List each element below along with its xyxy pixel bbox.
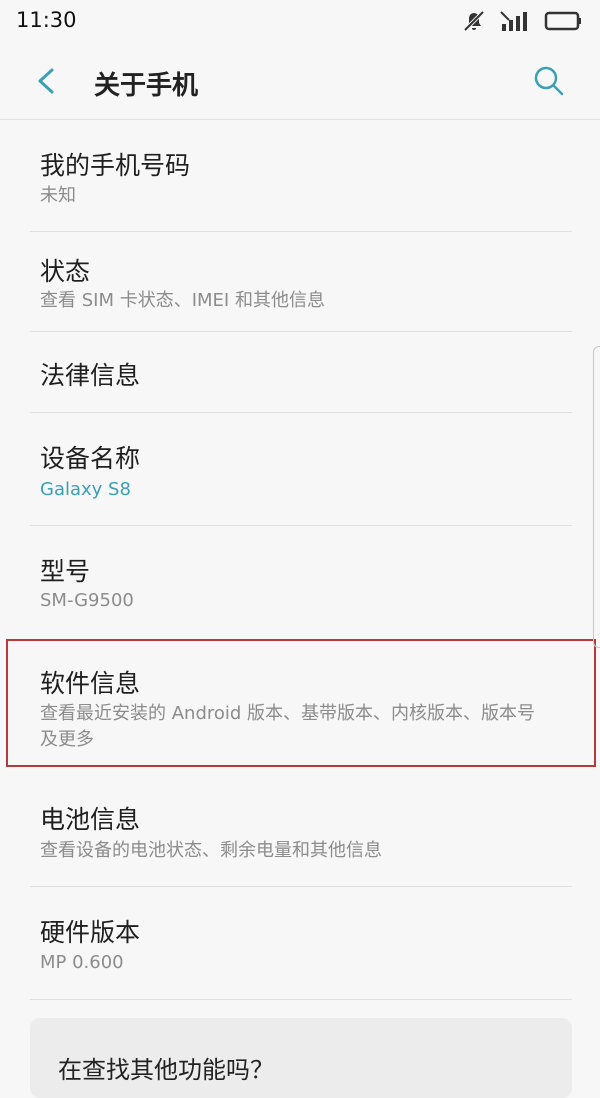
status-icons [462, 8, 582, 34]
divider [30, 999, 572, 1000]
battery-icon [544, 11, 581, 31]
list-item-title: 设备名称 [40, 444, 141, 473]
list-item-hardware-version[interactable]: 硬件版本 MP 0.600 [0, 887, 600, 999]
list-item-subtitle: MP 0.600 [40, 952, 124, 973]
list-item-status[interactable]: 状态 查看 SIM 卡状态、IMEI 和其他信息 [0, 232, 600, 331]
mute-icon [463, 10, 485, 32]
page-title: 关于手机 [94, 71, 199, 101]
list-item-subtitle: Galaxy S8 [40, 479, 131, 500]
list-item-subtitle: 查看设备的电池状态、剩余电量和其他信息 [40, 840, 382, 861]
suggestion-title: 在查找其他功能吗？ [58, 1056, 274, 1084]
highlight-box [6, 639, 596, 767]
edge-panel-handle[interactable] [593, 346, 600, 648]
list-item-device-name[interactable]: 设备名称 Galaxy S8 [0, 413, 600, 525]
list-item-title: 硬件版本 [40, 918, 141, 947]
chevron-left-icon[interactable] [34, 64, 58, 98]
list-item-subtitle: SM-G9500 [40, 590, 134, 611]
list-item-model[interactable]: 型号 SM-G9500 [0, 526, 600, 634]
suggestion-card[interactable]: 在查找其他功能吗？ [30, 1018, 572, 1098]
search-icon[interactable] [532, 64, 566, 98]
list-item-subtitle: 未知 [40, 185, 76, 206]
status-time: 11:30 [16, 8, 77, 32]
list-item-title: 我的手机号码 [40, 151, 191, 180]
signal-icon [500, 11, 527, 31]
app-bar: 关于手机 [0, 44, 600, 120]
list-item-title: 型号 [40, 557, 91, 586]
list-item-title: 电池信息 [40, 805, 141, 834]
list-item-battery-info[interactable]: 电池信息 查看设备的电池状态、剩余电量和其他信息 [0, 772, 600, 886]
status-bar: 11:30 [0, 0, 600, 44]
list-item-title: 法律信息 [40, 361, 141, 390]
list-item-subtitle: 查看 SIM 卡状态、IMEI 和其他信息 [40, 290, 325, 311]
list-item-phone-number[interactable]: 我的手机号码 未知 [0, 120, 600, 232]
list-item-legal[interactable]: 法律信息 [0, 332, 600, 412]
list-item-title: 状态 [40, 257, 91, 286]
